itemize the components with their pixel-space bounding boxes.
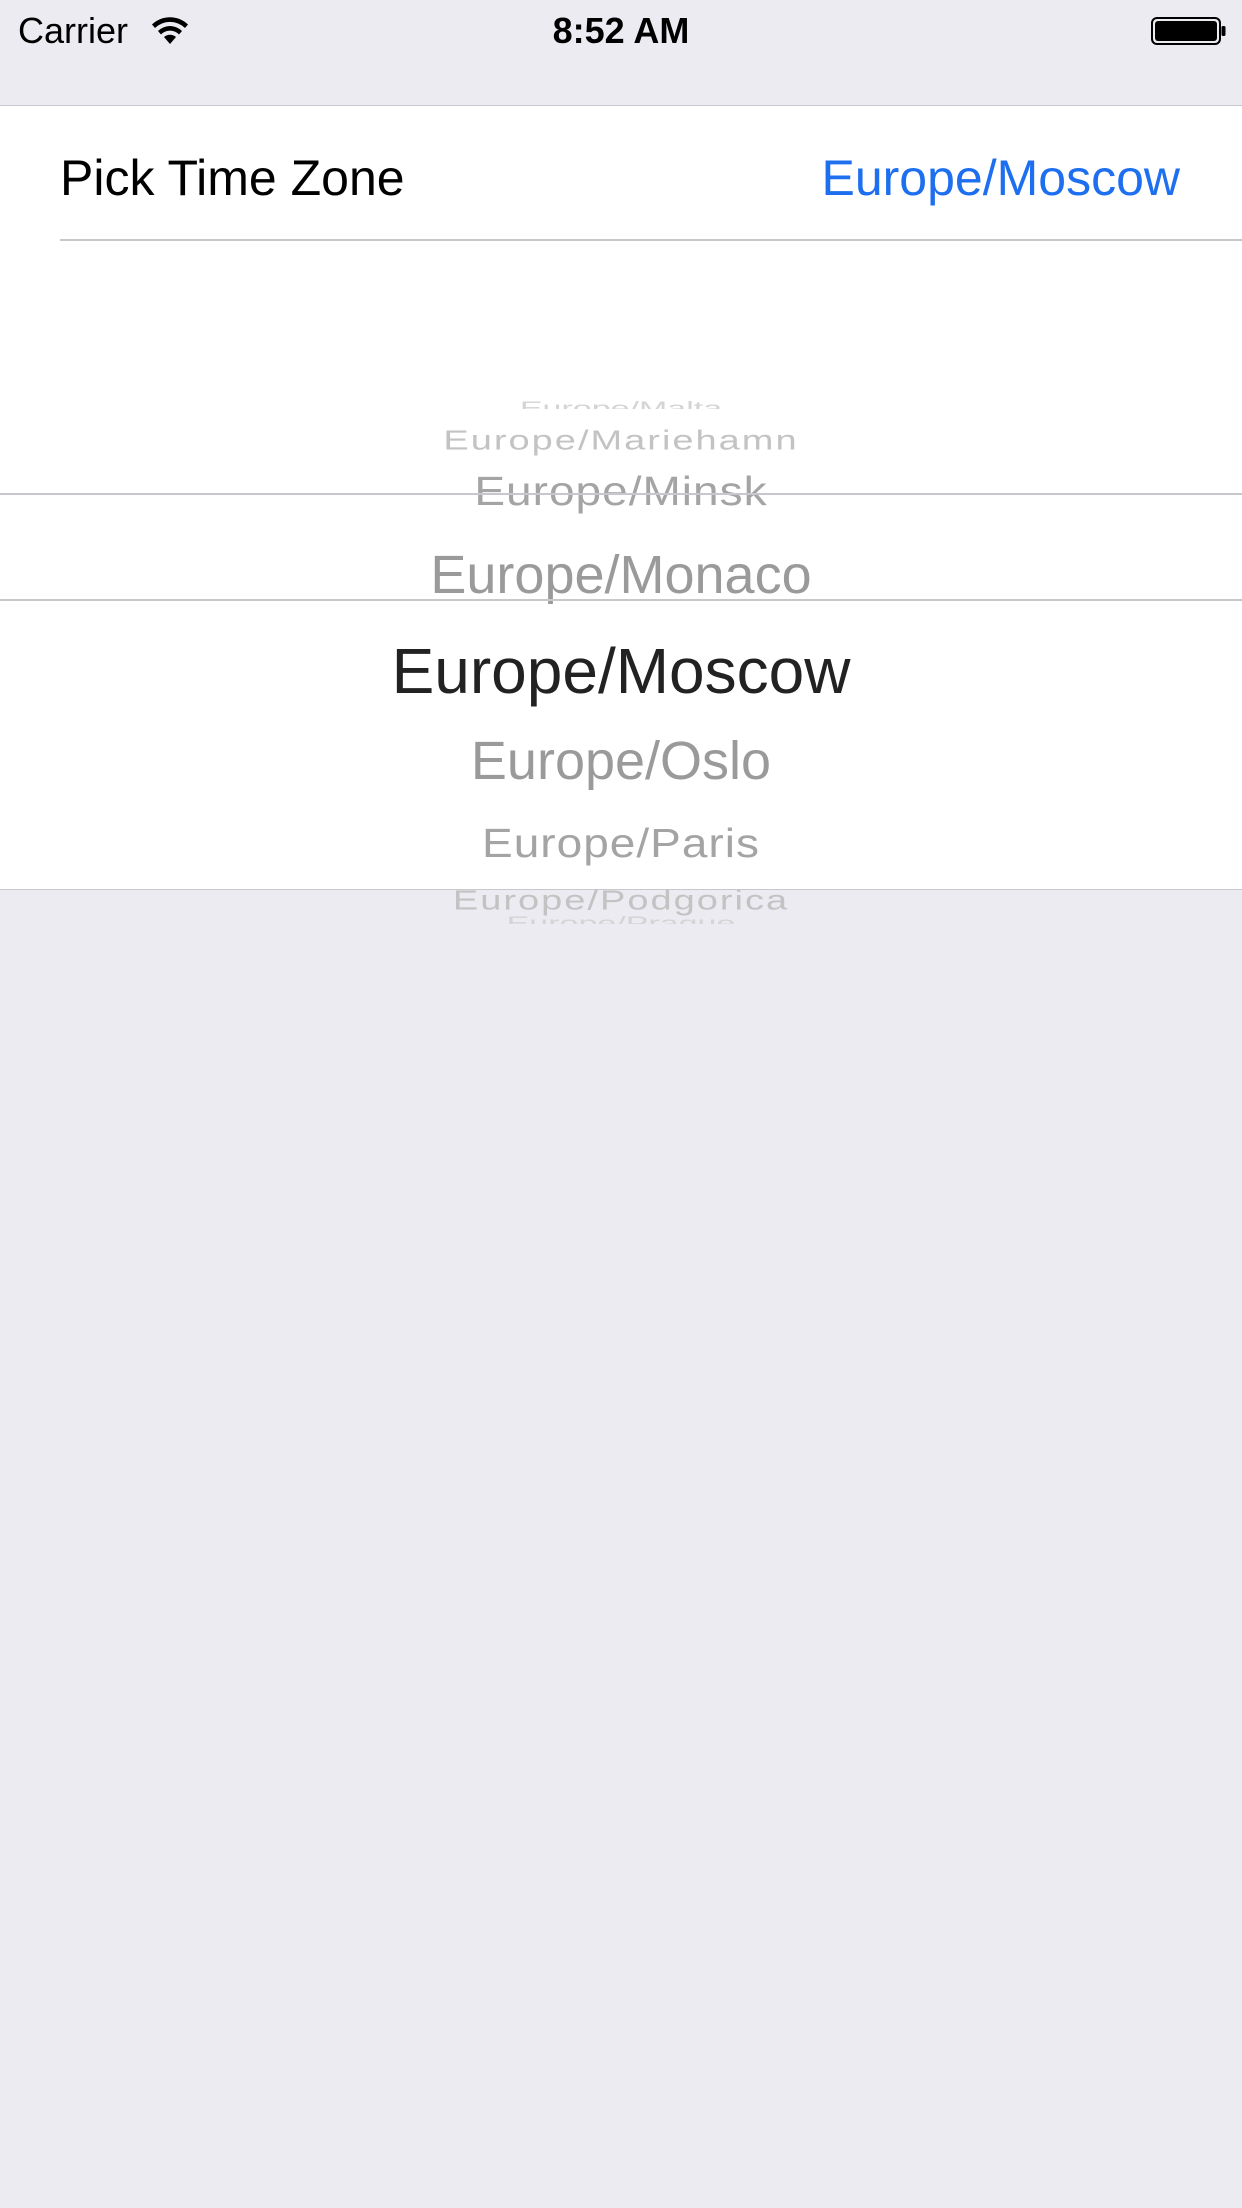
picker-item-label: Europe/Paris xyxy=(482,820,760,866)
picker-selection-band xyxy=(0,493,1242,601)
row-separator xyxy=(60,239,1242,241)
status-bar: Carrier 8:52 AM xyxy=(0,0,1242,62)
picker-item-label: Europe/Mariehamn xyxy=(443,425,799,457)
picker-wheel[interactable]: Europe/Malta Europe/Mariehamn Europe/Min… xyxy=(0,292,1242,932)
picker-item-label: Europe/Oslo xyxy=(470,731,772,791)
clock-time: 8:52 AM xyxy=(552,10,690,51)
picker-item[interactable]: Europe/Prague xyxy=(0,914,1242,924)
time-zone-row[interactable]: Pick Time Zone Europe/Moscow xyxy=(0,106,1242,241)
picker-item[interactable]: Europe/Malta xyxy=(0,399,1242,409)
time-zone-picker[interactable]: Europe/Malta Europe/Mariehamn Europe/Min… xyxy=(0,292,1242,932)
time-zone-cell-group: Pick Time Zone Europe/Moscow Europe/Malt… xyxy=(0,105,1242,924)
picker-selected-label: Europe/Moscow xyxy=(391,635,851,707)
picker-item-label: Europe/Podgorica xyxy=(452,885,790,917)
picker-item[interactable]: Europe/Podgorica xyxy=(0,886,1242,916)
time-zone-row-value[interactable]: Europe/Moscow xyxy=(822,150,1181,206)
picker-item[interactable]: Europe/Paris xyxy=(0,820,1242,866)
picker-item-label: Europe/Malta xyxy=(520,399,722,409)
picker-item[interactable]: Europe/Mariehamn xyxy=(0,426,1242,456)
picker-item-label: Europe/Prague xyxy=(507,914,736,924)
picker-item[interactable]: Europe/Oslo xyxy=(0,731,1242,791)
picker-item-selected[interactable]: Europe/Moscow xyxy=(0,635,1242,707)
battery-full-icon xyxy=(1151,15,1227,47)
time-zone-row-label: Pick Time Zone xyxy=(60,150,405,206)
